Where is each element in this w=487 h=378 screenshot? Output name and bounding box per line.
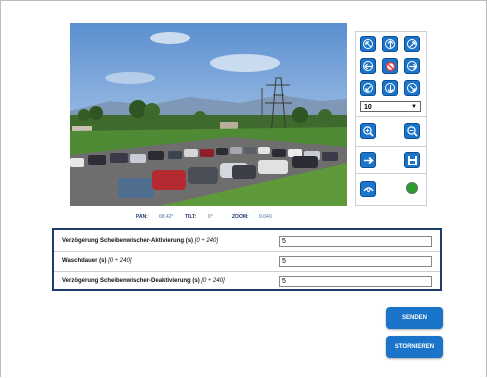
form-row: Verzögerung Scheibenwischer-Aktivierung …: [54, 232, 440, 252]
ptz-preset-group: [356, 146, 426, 174]
arrow-up-left-icon[interactable]: [360, 36, 376, 52]
save-preset-icon[interactable]: [404, 152, 420, 168]
wash-duration-input[interactable]: [279, 256, 432, 267]
wiper-deactivation-delay-input[interactable]: [279, 276, 432, 287]
field-label: Verzögerung Scheibenwischer-Deaktivierun…: [62, 278, 225, 284]
arrow-down-left-icon[interactable]: [360, 80, 376, 96]
status-led-icon: [406, 182, 418, 194]
field-label: Waschdauer (s) [0 ÷ 240]: [62, 258, 132, 264]
form-row: Verzögerung Scheibenwischer-Deaktivierun…: [54, 272, 440, 291]
field-range: [0 ÷ 240]: [108, 258, 132, 264]
tilt-value: 0°: [208, 214, 213, 220]
zoom-label: ZOOM:: [232, 214, 249, 220]
ptz-zoom-group: [356, 116, 426, 147]
chevron-down-icon: ▼: [411, 104, 417, 110]
speed-select-value: 10: [364, 104, 372, 111]
arrow-down-right-icon[interactable]: [404, 80, 420, 96]
ptz-direction-group: 10 ▼: [356, 32, 426, 117]
field-label: Verzögerung Scheibenwischer-Aktivierung …: [62, 238, 219, 244]
goto-preset-icon[interactable]: [360, 152, 376, 168]
field-range: [0 ÷ 240]: [194, 238, 219, 244]
wiper-activation-delay-input[interactable]: [279, 236, 432, 247]
zoom-in-icon[interactable]: [360, 123, 376, 139]
ptz-wiper-group: [356, 173, 426, 205]
cancel-button[interactable]: STORNIEREN: [386, 336, 443, 358]
stop-icon[interactable]: [382, 58, 398, 74]
wiper-icon[interactable]: [360, 181, 376, 197]
ptz-control-panel: 10 ▼: [355, 31, 427, 206]
arrow-down-icon[interactable]: [382, 80, 398, 96]
arrow-up-icon[interactable]: [382, 36, 398, 52]
field-range: [0 ÷ 240]: [201, 278, 225, 284]
ptz-status-readout: PAN: 68.42° TILT: 0° ZOOM: 9.04X: [70, 212, 347, 222]
pan-value: 68.42°: [159, 214, 174, 220]
form-row: Waschdauer (s) [0 ÷ 240]: [54, 252, 440, 272]
arrow-left-icon[interactable]: [360, 58, 376, 74]
zoom-value: 9.04X: [259, 214, 273, 220]
zoom-out-icon[interactable]: [404, 123, 420, 139]
speed-select[interactable]: 10 ▼: [360, 101, 421, 112]
arrow-right-icon[interactable]: [404, 58, 420, 74]
wiper-settings-form: Verzögerung Scheibenwischer-Aktivierung …: [52, 228, 442, 291]
pan-label: PAN:: [136, 214, 148, 220]
tilt-label: TILT:: [185, 214, 197, 220]
camera-video-feed: [70, 23, 347, 206]
arrow-up-right-icon[interactable]: [404, 36, 420, 52]
send-button[interactable]: SENDEN: [386, 307, 443, 329]
